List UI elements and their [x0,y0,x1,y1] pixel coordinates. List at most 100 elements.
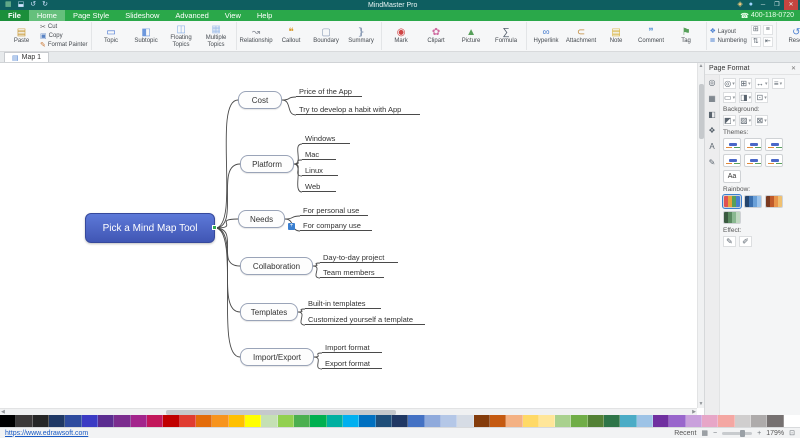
subtopic-button[interactable]: ◧ Subtopic [130,27,163,45]
color-swatch[interactable] [538,415,556,427]
bg-color-icon[interactable]: ◩ ▾ [723,115,737,126]
bg-remove-icon[interactable]: ⊠ ▾ [755,115,769,126]
theme-thumbnail[interactable] [723,138,741,151]
list-icon[interactable]: ≡ [762,25,773,35]
color-swatch[interactable] [0,415,17,427]
subtopic[interactable]: Import format [322,342,382,353]
zoom-slider[interactable] [722,429,753,437]
color-swatch[interactable] [16,415,33,427]
undo-icon[interactable]: ↺ [30,0,36,10]
align-icon[interactable]: ⊞ [750,25,761,35]
main-topic[interactable]: Cost [238,91,282,109]
central-topic[interactable]: Pick a Mind Map Tool [85,213,215,243]
menu-tab-help[interactable]: Help [249,10,280,21]
subtopic[interactable]: Price of the App [296,86,362,97]
color-swatch[interactable] [48,415,66,427]
color-swatch[interactable] [391,415,409,427]
color-swatch[interactable] [146,415,164,427]
horizontal-scrollbar[interactable]: ◀ ▶ [0,408,697,415]
menu-tab-view[interactable]: View [217,10,249,21]
main-topic[interactable]: Needs [238,210,285,228]
color-swatch[interactable] [620,415,637,427]
color-swatch[interactable] [506,415,523,427]
subtopic[interactable]: Windows [302,133,350,144]
spacing-icon[interactable]: ⇅ [750,37,761,47]
redo-icon[interactable]: ↻ [42,0,48,10]
color-swatch[interactable] [604,415,621,427]
zoom-in-icon[interactable]: + [757,430,761,437]
color-swatch[interactable] [587,415,605,427]
color-swatch[interactable] [489,415,507,427]
color-swatch[interactable] [342,415,360,427]
fit-screen-icon[interactable]: ⊡ [789,429,795,437]
color-swatch[interactable] [783,415,800,427]
subtopic[interactable]: Try to develop a habit with App [296,104,420,115]
color-swatch[interactable] [81,415,98,427]
color-swatch[interactable] [114,415,131,427]
color-swatch[interactable] [702,415,719,427]
vertical-scrollbar[interactable]: ▲ ▼ [697,63,704,408]
color-swatch[interactable] [293,415,311,427]
format-painter-button[interactable]: ✎ Format Painter [40,42,88,49]
expand-plus-icon[interactable]: + [288,223,295,230]
page-tool-icon[interactable]: ▦ [708,94,716,103]
comment-button[interactable]: ❞ Comment [635,27,668,45]
maximize-button[interactable]: ❐ [770,0,784,10]
theme-thumbnail[interactable] [765,138,783,151]
note-button[interactable]: ▤ Note [600,27,633,45]
copy-button[interactable]: ▣ Copy [40,33,88,40]
color-swatch[interactable] [408,415,425,427]
formula-button[interactable]: ∑ Formula [490,27,523,45]
subtopic[interactable]: Day-to-day project [320,252,398,263]
color-swatch[interactable] [212,415,229,427]
tag-button[interactable]: ⚑ Tag [670,27,703,45]
summary-button[interactable]: ❵ Summary [345,27,378,45]
attachment-button[interactable]: ⊂ Attachment [565,27,598,45]
color-swatch[interactable] [669,415,686,427]
theme-thumbnail[interactable] [723,154,741,167]
selection-handle[interactable] [212,225,217,230]
hyperlink-button[interactable]: ∞ Hyperlink [530,27,563,45]
pen-tool-icon[interactable]: ✎ [709,158,716,167]
color-swatch[interactable] [65,415,82,427]
scroll-left-icon[interactable]: ◀ [0,409,6,416]
theme-thumbnail[interactable] [765,154,783,167]
color-swatch[interactable] [473,415,490,427]
color-swatch[interactable] [424,415,441,427]
color-swatch[interactable] [32,415,49,427]
color-swatch[interactable] [179,415,196,427]
orientation-icon[interactable]: ◨ ▾ [739,92,753,103]
canvas[interactable]: Pick a Mind Map Tool Cost Price of the App… [0,63,704,415]
color-swatch[interactable] [97,415,115,427]
topic-button[interactable]: ▭ Topic [95,27,128,45]
pages-icon[interactable]: ▦ [701,429,708,437]
subtopic[interactable]: For personal use [300,205,368,216]
clipart-button[interactable]: ✿ Clipart [420,27,453,45]
margin-icon[interactable]: ⊡ ▾ [755,92,769,103]
color-swatch[interactable] [767,415,784,427]
page-size-icon[interactable]: ▭ ▾ [723,92,737,103]
text-tool-icon[interactable]: A [709,142,714,151]
zoom-slider-thumb[interactable] [740,429,746,437]
reset-button[interactable]: ↺Reset [780,27,800,45]
subtopic[interactable]: Team members [320,267,384,278]
color-swatch[interactable] [261,415,278,427]
zoom-out-icon[interactable]: − [713,430,717,437]
subtopic[interactable]: Mac [302,149,336,160]
connector-style-icon[interactable]: ↔ ▾ [755,78,769,89]
panel-close-icon[interactable]: ✕ [791,65,796,72]
scroll-down-icon[interactable]: ▼ [698,401,704,408]
color-swatch[interactable] [310,415,327,427]
subtopic[interactable]: Linux [302,165,338,176]
color-swatch[interactable] [718,415,735,427]
menu-tab-home[interactable]: Home [28,10,65,21]
zoom-icon[interactable]: ◎ ▾ [723,78,736,89]
color-swatch[interactable] [163,415,180,427]
main-topic[interactable]: Collaboration [240,257,313,275]
color-swatch[interactable] [130,415,147,427]
color-swatch[interactable] [685,415,703,427]
color-swatch[interactable] [277,415,294,427]
save-icon[interactable]: ⬓ [18,0,25,10]
color-swatch[interactable] [522,415,539,427]
close-button[interactable]: ✕ [784,0,798,10]
